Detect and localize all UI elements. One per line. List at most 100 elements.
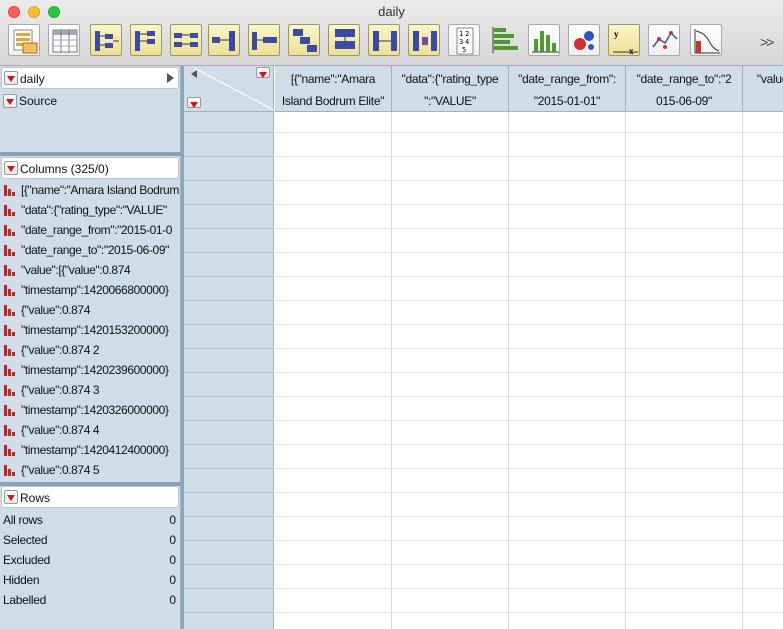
row-select-menu-button[interactable] [187, 97, 201, 108]
distribution-icon[interactable] [528, 24, 560, 56]
data-table-icon[interactable] [8, 24, 40, 56]
row-header-line [184, 540, 274, 541]
grid-corner [184, 66, 274, 112]
column-header-line: ":"VALUE" [424, 94, 476, 108]
column-header-line: "data":{"rating_type [401, 72, 499, 86]
join-icon[interactable] [368, 24, 400, 56]
column-name: "date_range_from":"2015-01-0 [21, 223, 173, 237]
column-name: "timestamp":1420239600000} [21, 363, 169, 377]
stack-icon[interactable] [208, 24, 240, 56]
column-list-item[interactable]: {"value":0.874 5 [0, 460, 180, 480]
survival-icon[interactable] [690, 24, 722, 56]
row-state-count: 0 [169, 533, 176, 547]
svg-text:2: 2 [465, 30, 469, 38]
play-arrow-icon[interactable] [167, 73, 174, 83]
continuous-column-icon [4, 185, 15, 196]
column-list-item[interactable]: "timestamp":1420153200000} [0, 320, 180, 340]
toolbar-overflow-button[interactable]: >> [760, 34, 774, 50]
column-header-row: [{"name":"Amara Island Bodrum Elite" "data… [275, 66, 783, 112]
table-menu-button[interactable] [4, 71, 18, 85]
window-title: daily [378, 4, 405, 19]
left-arrow-icon[interactable] [191, 70, 197, 78]
column-header-line: "date_range_from": [518, 72, 616, 86]
split-icon[interactable] [248, 24, 280, 56]
subset-icon[interactable] [130, 24, 162, 56]
concatenate-icon[interactable] [328, 24, 360, 56]
column-header[interactable]: "date_range_to":"2 015-06-09" [626, 66, 743, 112]
row-header-line [184, 420, 274, 421]
column-list-item[interactable]: {"value":0.874 [0, 300, 180, 320]
continuous-column-icon [4, 285, 15, 296]
grid-row-line [275, 132, 783, 133]
table-panel: daily Source [0, 66, 181, 152]
transpose-icon[interactable] [288, 24, 320, 56]
grid-row-line [275, 156, 783, 157]
column-header[interactable]: [{"name":"Amara Island Bodrum Elite" [275, 66, 392, 112]
update-icon[interactable] [408, 24, 440, 56]
continuous-column-icon [4, 385, 15, 396]
rows-menu-button[interactable] [4, 490, 18, 504]
column-list-item[interactable]: {"value":0.874 3 [0, 380, 180, 400]
column-list-item[interactable]: "value":[{"value":0.874 [0, 260, 180, 280]
column-list-item[interactable]: "timestamp":1420412400000} [0, 440, 180, 460]
source-script-label[interactable]: Source [19, 94, 57, 108]
bar-chart-icon[interactable] [488, 24, 520, 56]
row-state-item: All rows 0 [0, 510, 180, 530]
row-header-line [184, 180, 274, 181]
column-name: "timestamp":1420153200000} [21, 323, 169, 337]
summary-icon[interactable] [90, 24, 122, 56]
continuous-column-icon [4, 305, 15, 316]
column-list-item[interactable]: "date_range_from":"2015-01-0 [0, 220, 180, 240]
column-list-item[interactable]: [{"name":"Amara Island Bodrum [0, 180, 180, 200]
column-list-item[interactable]: "data":{"rating_type":"VALUE" [0, 200, 180, 220]
row-header-line [184, 276, 274, 277]
row-header-line [184, 348, 274, 349]
row-state-label: Excluded [3, 553, 50, 567]
column-list-item[interactable]: {"value":0.874 2 [0, 340, 180, 360]
row-state-item: Hidden 0 [0, 570, 180, 590]
row-state-count: 0 [169, 573, 176, 587]
grid-row-line [275, 252, 783, 253]
row-state-label: Labelled [3, 593, 46, 607]
column-list-item[interactable]: "timestamp":1420326000000} [0, 400, 180, 420]
column-header-line: Island Bodrum Elite" [281, 94, 385, 108]
column-name: "value":[{"value":0.874 [21, 263, 131, 277]
column-list-item[interactable]: "timestamp":1420239600000} [0, 360, 180, 380]
row-header-line [184, 156, 274, 157]
bubble-plot-icon[interactable] [568, 24, 600, 56]
column-info-icon[interactable]: 12345 [448, 24, 480, 56]
row-state-item: Labelled 0 [0, 590, 180, 610]
columns-menu-button[interactable] [4, 161, 18, 175]
column-name: {"value":0.874 5 [21, 463, 100, 477]
source-script-menu-button[interactable] [3, 94, 17, 108]
graph-builder-icon[interactable] [648, 24, 680, 56]
data-grid[interactable] [275, 112, 783, 629]
table-name-header[interactable]: daily [1, 67, 179, 89]
column-list-item[interactable]: {"value":0.874 4 [0, 420, 180, 440]
columns-panel: Columns (325/0) [{"name":"Amara Island B… [0, 156, 181, 482]
column-select-menu-button[interactable] [256, 67, 270, 78]
tabulate-icon[interactable] [48, 24, 80, 56]
svg-text:y: y [614, 29, 619, 39]
sort-icon[interactable] [170, 24, 202, 56]
row-state-count: 0 [169, 593, 176, 607]
rows-panel: Rows All rows 0 Selected 0 Excluded 0 Hidden 0 L… [0, 486, 181, 629]
column-header[interactable]: "data":{"rating_type ":"VALUE" [392, 66, 509, 112]
continuous-column-icon [4, 265, 15, 276]
column-name: "timestamp":1420326000000} [21, 403, 169, 417]
columns-header[interactable]: Columns (325/0) [1, 157, 179, 179]
column-header[interactable]: "date_range_from": "2015-01-01" [509, 66, 626, 112]
row-header-line [184, 204, 274, 205]
continuous-column-icon [4, 205, 15, 216]
rows-header[interactable]: Rows [1, 486, 179, 508]
grid-column-line [742, 112, 743, 629]
column-list-item[interactable]: "date_range_to":"2015-06-09" [0, 240, 180, 260]
column-name: [{"name":"Amara Island Bodrum [21, 183, 179, 197]
continuous-column-icon [4, 325, 15, 336]
column-name: "data":{"rating_type":"VALUE" [21, 203, 167, 217]
fit-y-by-x-icon[interactable]: yx [608, 24, 640, 56]
column-list-item[interactable]: "timestamp":1420066800000} [0, 280, 180, 300]
svg-text:5: 5 [462, 46, 466, 54]
continuous-column-icon [4, 245, 15, 256]
column-header[interactable]: "value [743, 66, 783, 112]
